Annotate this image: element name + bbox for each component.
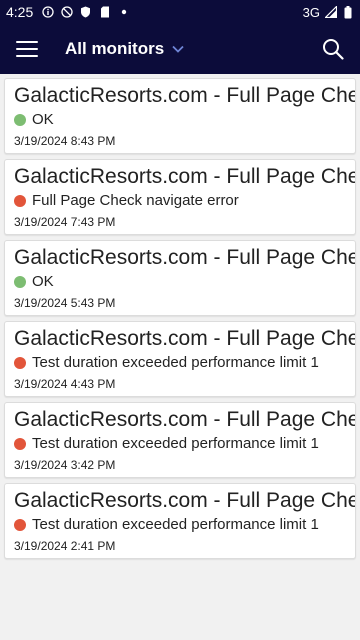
monitor-timestamp: 3/19/2024 5:43 PM — [14, 296, 116, 310]
shield-icon — [79, 6, 92, 19]
search-icon[interactable] — [322, 38, 344, 60]
monitor-status: OK — [14, 272, 355, 292]
network-type: 3G — [302, 4, 320, 20]
monitor-title: GalacticResorts.com - Full Page Check — [14, 84, 356, 107]
monitor-timestamp: 3/19/2024 8:43 PM — [14, 134, 116, 148]
monitor-status-text: Test duration exceeded performance limit… — [32, 516, 319, 533]
monitor-status: Test duration exceeded performance limit… — [14, 353, 355, 373]
status-bar: 4:25 3G — [0, 0, 360, 24]
monitor-card[interactable]: GalacticResorts.com - Full Page Check OK 3… — [4, 78, 356, 154]
monitor-filter-dropdown[interactable]: All monitors — [65, 39, 184, 59]
status-time: 4:25 — [6, 4, 34, 20]
monitor-status: Test duration exceeded performance limit… — [14, 515, 355, 535]
notification-dot-icon — [117, 6, 130, 19]
monitor-title: GalacticResorts.com - Full Page Check — [14, 327, 356, 350]
monitor-title: GalacticResorts.com - Full Page Check — [14, 408, 356, 431]
monitor-card[interactable]: GalacticResorts.com - Full Page Check Ful… — [4, 159, 356, 235]
monitor-timestamp: 3/19/2024 3:42 PM — [14, 458, 116, 472]
info-icon — [41, 6, 54, 19]
monitor-status: OK — [14, 110, 355, 130]
monitor-status: Test duration exceeded performance limit… — [14, 434, 355, 454]
monitor-status-text: Test duration exceeded performance limit… — [32, 435, 319, 452]
menu-icon[interactable] — [16, 41, 38, 57]
monitor-title: GalacticResorts.com - Full Page Check — [14, 246, 356, 269]
monitor-timestamp: 3/19/2024 4:43 PM — [14, 377, 116, 391]
monitor-title: GalacticResorts.com - Full Page Check — [14, 489, 356, 512]
status-error-icon — [14, 357, 26, 369]
monitor-card[interactable]: GalacticResorts.com - Full Page Check Tes… — [4, 321, 356, 397]
monitor-timestamp: 3/19/2024 2:41 PM — [14, 539, 116, 553]
page-title: All monitors — [65, 39, 165, 58]
monitor-status-text: Full Page Check navigate error — [32, 192, 239, 209]
status-error-icon — [14, 195, 26, 207]
sd-card-icon — [98, 6, 111, 19]
monitor-status-text: OK — [32, 111, 54, 128]
monitor-card[interactable]: GalacticResorts.com - Full Page Check OK 3… — [4, 240, 356, 316]
status-error-icon — [14, 519, 26, 531]
monitor-card[interactable]: GalacticResorts.com - Full Page Check Tes… — [4, 402, 356, 478]
battery-icon — [341, 5, 354, 19]
status-left: 4:25 — [6, 4, 130, 20]
monitor-title: GalacticResorts.com - Full Page Check — [14, 165, 356, 188]
monitor-status-text: OK — [32, 273, 54, 290]
monitor-status-text: Test duration exceeded performance limit… — [32, 354, 319, 371]
monitor-card[interactable]: GalacticResorts.com - Full Page Check Tes… — [4, 483, 356, 559]
status-ok-icon — [14, 276, 26, 288]
monitor-list: GalacticResorts.com - Full Page Check OK 3… — [0, 78, 360, 564]
monitor-timestamp: 3/19/2024 7:43 PM — [14, 215, 116, 229]
app-bar: All monitors — [0, 24, 360, 74]
chevron-down-icon — [172, 45, 184, 53]
signal-icon — [324, 6, 337, 19]
block-icon — [60, 6, 73, 19]
status-ok-icon — [14, 114, 26, 126]
status-error-icon — [14, 438, 26, 450]
monitor-status: Full Page Check navigate error — [14, 191, 355, 211]
status-right: 3G — [303, 5, 354, 20]
